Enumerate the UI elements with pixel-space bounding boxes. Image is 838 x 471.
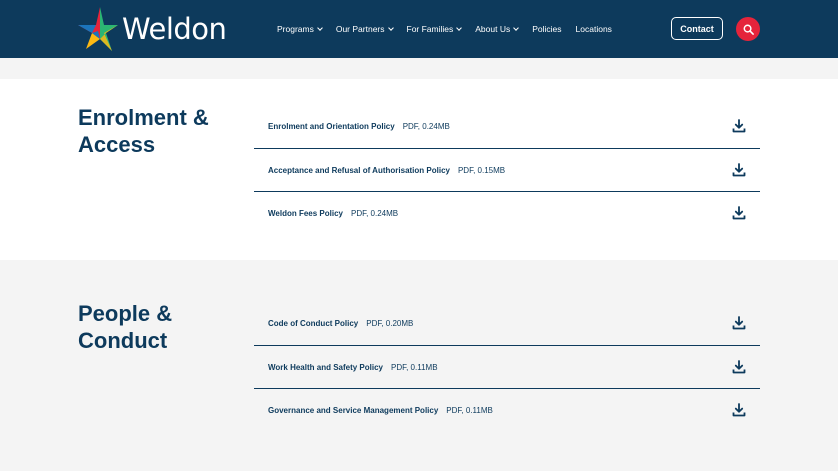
nav-label: Our Partners: [335, 24, 385, 34]
document-meta: PDF, 0.24MB: [402, 122, 450, 131]
logo-text: Weldon: [122, 12, 227, 46]
document-list: Code of Conduct Policy PDF, 0.20MB Work …: [254, 302, 760, 431]
chevron-down-icon: [387, 24, 394, 31]
site-header: Weldon Programs Our Partners For Familie…: [0, 0, 838, 58]
nav-label: For Families: [406, 24, 454, 34]
download-icon[interactable]: [732, 316, 746, 330]
chevron-down-icon: [456, 24, 463, 31]
nav-label: Programs: [277, 24, 314, 34]
document-meta: PDF, 0.20MB: [366, 319, 414, 328]
policy-section-enrolment: Enrolment & Access Enrolment and Orienta…: [0, 79, 838, 260]
document-name: Code of Conduct Policy: [268, 319, 359, 328]
nav-item-policies[interactable]: Policies: [532, 24, 561, 34]
document-row[interactable]: Governance and Service Management Policy…: [254, 388, 760, 431]
download-icon[interactable]: [732, 403, 746, 417]
nav-label: Locations: [575, 24, 612, 34]
nav-item-programs[interactable]: Programs: [277, 24, 323, 34]
download-icon[interactable]: [732, 360, 746, 374]
document-row[interactable]: Acceptance and Refusal of Authorisation …: [254, 148, 760, 191]
download-icon[interactable]: [732, 206, 746, 220]
weldon-logo[interactable]: Weldon: [78, 7, 228, 51]
download-icon[interactable]: [732, 119, 746, 133]
nav-label: About Us: [475, 24, 511, 34]
document-meta: PDF, 0.15MB: [457, 165, 506, 175]
document-list: Enrolment and Orientation Policy PDF, 0.…: [254, 105, 760, 234]
document-row[interactable]: Enrolment and Orientation Policy PDF, 0.…: [254, 105, 760, 148]
document-name: Governance and Service Management Policy: [268, 405, 439, 415]
chevron-down-icon: [513, 24, 520, 31]
document-name: Enrolment and Orientation Policy: [268, 122, 395, 131]
search-button[interactable]: [736, 17, 760, 41]
download-icon[interactable]: [732, 163, 746, 177]
nav-label: Policies: [532, 24, 562, 34]
section-title: Enrolment & Access: [78, 105, 209, 157]
document-meta: PDF, 0.11MB: [391, 362, 438, 372]
search-icon: [743, 24, 754, 35]
document-name: Weldon Fees Policy: [268, 208, 343, 218]
nav-item-for-families[interactable]: For Families: [406, 24, 463, 34]
chevron-down-icon: [317, 24, 323, 31]
document-name: Acceptance and Refusal of Authorisation …: [268, 165, 450, 175]
nav-item-about-us[interactable]: About Us: [475, 24, 520, 34]
document-row[interactable]: Work Health and Safety Policy PDF, 0.11M…: [254, 345, 760, 388]
document-row[interactable]: Weldon Fees Policy PDF, 0.24MB: [254, 191, 760, 234]
document-row[interactable]: Code of Conduct Policy PDF, 0.20MB: [254, 302, 760, 345]
section-title: People & Conduct: [78, 301, 173, 353]
star-logo-icon: [78, 7, 118, 51]
document-name: Work Health and Safety Policy: [268, 362, 383, 372]
contact-button[interactable]: Contact: [671, 17, 723, 40]
nav-item-our-partners[interactable]: Our Partners: [335, 24, 394, 34]
nav-item-locations[interactable]: Locations: [576, 24, 612, 34]
policy-section-people: People & Conduct Code of Conduct Policy …: [0, 260, 838, 471]
main-nav: Programs Our Partners For Families About…: [277, 0, 626, 58]
document-meta: PDF, 0.24MB: [350, 208, 399, 218]
document-meta: PDF, 0.11MB: [446, 405, 493, 415]
